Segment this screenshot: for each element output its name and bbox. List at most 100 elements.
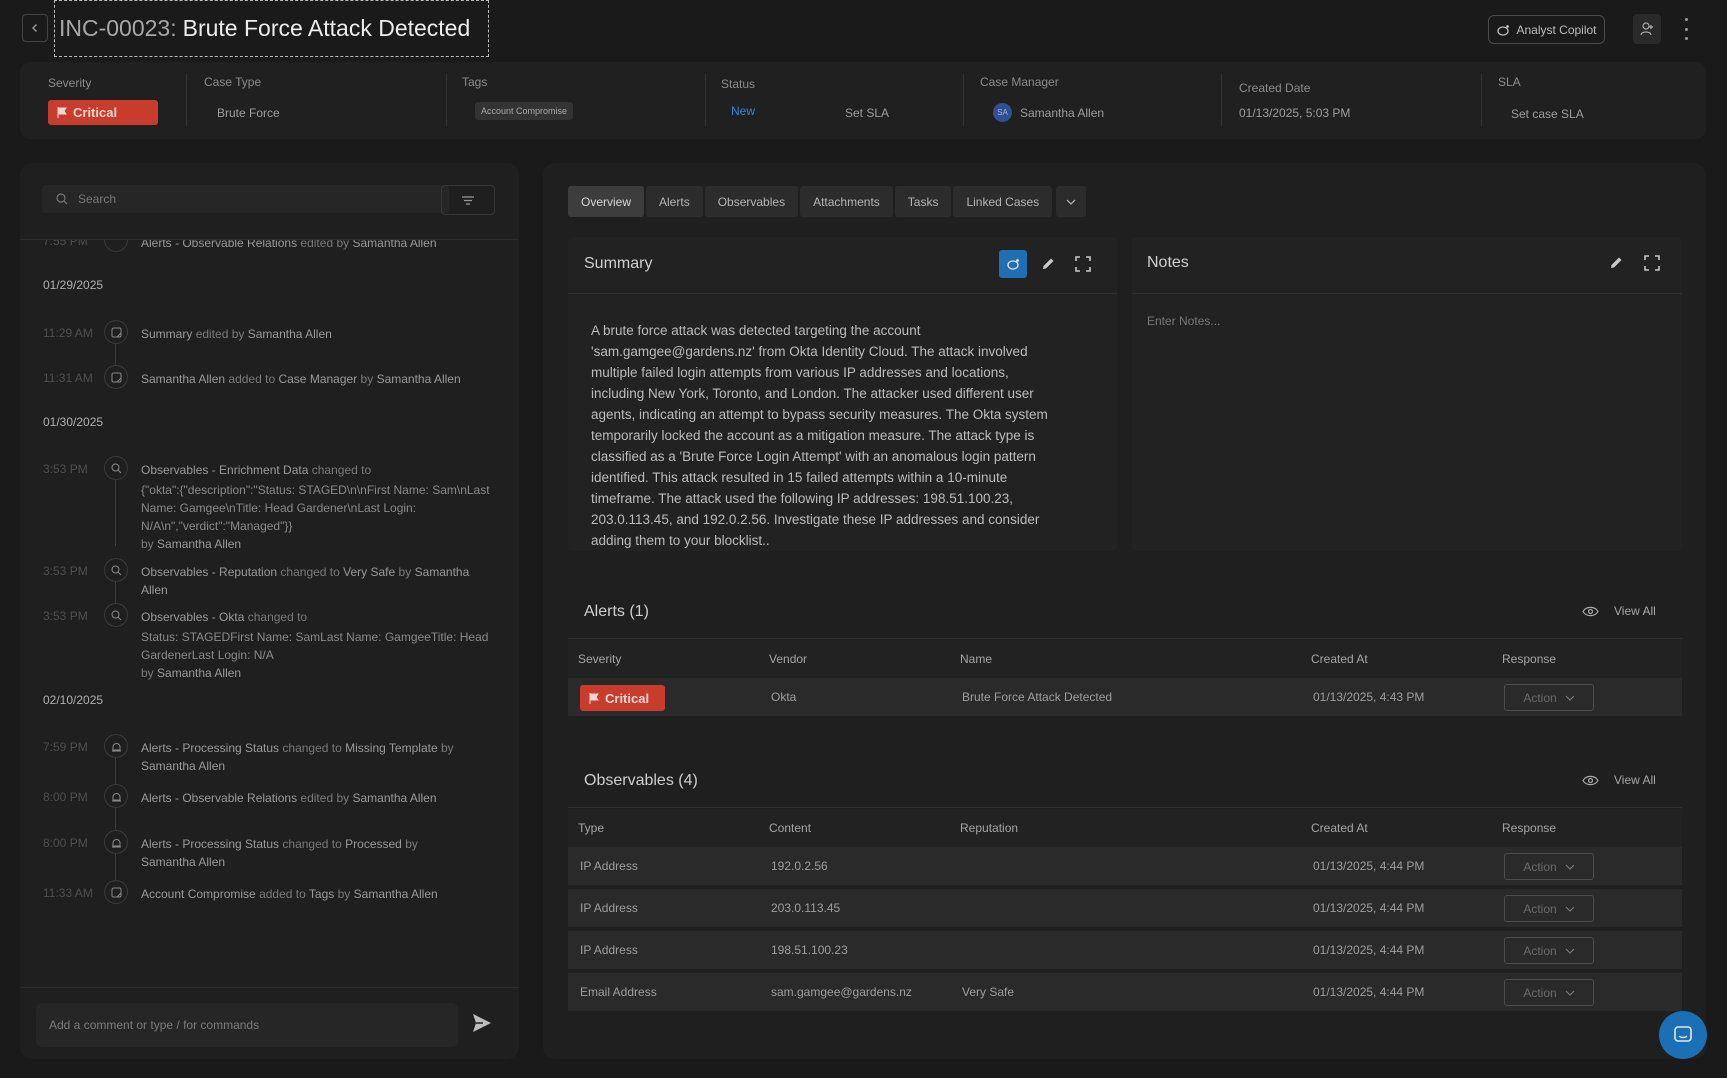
- flag-icon: [589, 692, 599, 704]
- event-time: 11:29 AM: [43, 326, 93, 340]
- observable-content: 203.0.113.45: [771, 901, 841, 915]
- case-manager-label: Case Manager: [980, 75, 1059, 89]
- table-row[interactable]: IP Address 203.0.113.45 01/13/2025, 4:44…: [568, 889, 1682, 929]
- incident-page: INC-00023: Brute Force Attack Detected A…: [0, 0, 1727, 1078]
- copilot-icon: [1007, 259, 1019, 270]
- fullscreen-icon: [1644, 255, 1660, 271]
- status-value[interactable]: New: [731, 104, 755, 118]
- event-text: Alerts - Observable Relations edited by …: [141, 240, 437, 250]
- observables-section: Observables (4) View All Type Content Re…: [568, 752, 1682, 1013]
- chevron-down-icon: [1565, 990, 1575, 996]
- assign-user-button[interactable]: [1633, 14, 1661, 44]
- case-manager-value[interactable]: Samantha Allen: [1020, 106, 1104, 120]
- send-icon[interactable]: [472, 1013, 492, 1033]
- column-header: Response: [1502, 821, 1557, 835]
- sla-label: SLA: [1498, 75, 1521, 89]
- chat-button[interactable]: [1659, 1011, 1707, 1059]
- back-button[interactable]: [22, 14, 48, 42]
- tab-tasks[interactable]: Tasks: [894, 186, 952, 217]
- action-dropdown[interactable]: Action: [1504, 979, 1594, 1006]
- copilot-summary-button[interactable]: [999, 250, 1027, 278]
- action-dropdown[interactable]: Action: [1504, 895, 1594, 922]
- incident-name: Brute Force Attack Detected: [182, 15, 471, 41]
- tab-overview[interactable]: Overview: [568, 186, 645, 217]
- analyst-copilot-label: Analyst Copilot: [1516, 22, 1597, 37]
- tab-alerts[interactable]: Alerts: [646, 186, 703, 217]
- tab-attachments[interactable]: Attachments: [800, 186, 893, 217]
- tab-linked-cases[interactable]: Linked Cases: [953, 186, 1053, 217]
- expand-notes-button[interactable]: [1638, 249, 1666, 277]
- observable-content: sam.gamgee@gardens.nz: [771, 985, 912, 999]
- action-dropdown[interactable]: Action: [1504, 937, 1594, 964]
- flag-icon: [57, 107, 67, 118]
- column-header: Created At: [1311, 652, 1368, 666]
- alerts-section: Alerts (1) View All Severity Vendor Name…: [568, 583, 1682, 723]
- table-row[interactable]: Email Address sam.gamgee@gardens.nz Very…: [568, 973, 1682, 1013]
- alerts-header-row: Severity Vendor Name Created At Response: [568, 640, 1682, 678]
- more-options-icon[interactable]: [1680, 18, 1692, 40]
- chevron-down-icon: [1565, 948, 1575, 954]
- incident-id: INC-00023:: [59, 15, 177, 41]
- tags-label: Tags: [462, 75, 488, 89]
- eye-icon: [1582, 606, 1599, 616]
- chevron-down-icon: [1565, 864, 1575, 870]
- severity-badge[interactable]: Critical: [48, 100, 158, 125]
- event-time: 8:00 PM: [43, 790, 88, 804]
- analyst-copilot-button[interactable]: Analyst Copilot: [1488, 15, 1605, 44]
- filter-button[interactable]: [441, 185, 495, 215]
- table-row[interactable]: Critical Okta Brute Force Attack Detecte…: [568, 678, 1682, 718]
- search-input[interactable]: Search: [42, 185, 449, 213]
- action-dropdown[interactable]: Action: [1504, 684, 1594, 711]
- column-header: Response: [1502, 652, 1557, 666]
- column-header: Vendor: [769, 652, 808, 666]
- search-icon: [104, 558, 128, 582]
- notes-card: Notes Enter Notes...: [1132, 237, 1682, 551]
- case-type-label: Case Type: [204, 75, 262, 89]
- view-all-label: View All: [1614, 773, 1656, 787]
- event-text: Samantha Allen added to Case Manager by …: [141, 372, 461, 386]
- table-row[interactable]: IP Address 192.0.2.56 01/13/2025, 4:44 P…: [568, 847, 1682, 887]
- note-icon: [104, 880, 128, 904]
- event-time: 3:53 PM: [43, 564, 88, 578]
- chevron-down-icon: [1565, 695, 1575, 701]
- edit-notes-button[interactable]: [1602, 249, 1630, 277]
- action-dropdown[interactable]: Action: [1504, 853, 1594, 880]
- chevron-left-icon: [32, 24, 37, 32]
- event-detail: Status: STAGEDFirst Name: SamLast Name: …: [141, 630, 489, 662]
- status-label: Status: [721, 77, 756, 91]
- notes-input[interactable]: Enter Notes...: [1147, 314, 1220, 328]
- activity-timeline: 7:55 PM Alerts - Observable Relations ed…: [20, 240, 519, 980]
- observable-content: 198.51.100.23: [771, 943, 848, 957]
- observable-type: IP Address: [580, 943, 638, 957]
- alarm-icon: [104, 830, 128, 854]
- severity-value: Critical: [73, 105, 118, 120]
- expand-summary-button[interactable]: [1069, 250, 1097, 278]
- page-title[interactable]: INC-00023: Brute Force Attack Detected: [54, 0, 490, 57]
- set-sla-link[interactable]: Set SLA: [845, 106, 889, 120]
- set-case-sla-link[interactable]: Set case SLA: [1511, 107, 1584, 121]
- observables-title: Observables (4): [584, 772, 698, 789]
- alert-name: Brute Force Attack Detected: [962, 690, 1113, 704]
- event-text: Account Compromise added to Tags by Sama…: [141, 887, 438, 901]
- comment-input[interactable]: Add a comment or type / for commands: [36, 1003, 458, 1047]
- timeline-date: 01/30/2025: [43, 415, 104, 429]
- observables-view-all[interactable]: View All: [1582, 773, 1656, 787]
- case-type-value[interactable]: Brute Force: [217, 106, 280, 120]
- tab-observables[interactable]: Observables: [704, 186, 799, 217]
- pencil-icon: [1611, 257, 1622, 268]
- alerts-title: Alerts (1): [584, 603, 649, 620]
- alerts-view-all[interactable]: View All: [1582, 604, 1656, 618]
- table-row[interactable]: IP Address 198.51.100.23 01/13/2025, 4:4…: [568, 931, 1682, 971]
- alarm-icon: [104, 784, 128, 808]
- column-header: Type: [578, 821, 605, 835]
- event-text: Alerts - Processing Status changed to Pr…: [141, 837, 418, 869]
- avatar: SA: [993, 103, 1012, 122]
- column-header: Reputation: [960, 821, 1019, 835]
- tag-chip[interactable]: Account Compromise: [475, 102, 574, 120]
- copilot-icon: [1497, 24, 1510, 36]
- search-placeholder: Search: [78, 192, 117, 206]
- edit-summary-button[interactable]: [1034, 250, 1062, 278]
- event-time: 7:55 PM: [43, 240, 88, 248]
- alarm-icon: [104, 734, 128, 758]
- more-tabs-button[interactable]: [1056, 186, 1087, 217]
